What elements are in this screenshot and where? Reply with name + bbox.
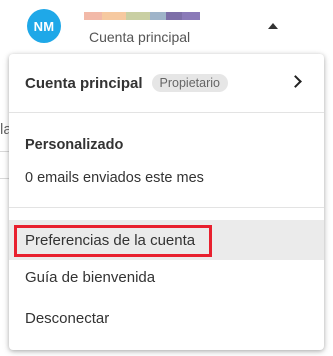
chevron-right-icon (289, 75, 302, 88)
menu-item-logout[interactable]: Desconectar (9, 298, 324, 338)
redacted-account-name (84, 12, 200, 20)
caret-up-icon[interactable] (268, 23, 278, 29)
role-badge: Propietario (151, 74, 228, 92)
account-subtitle: Cuenta principal (89, 29, 191, 45)
background-divider (0, 151, 9, 152)
account-header[interactable]: NM Cuenta principal (0, 0, 333, 52)
avatar[interactable]: NM (27, 9, 61, 43)
account-switcher-row[interactable]: Cuenta principal Propietario (9, 54, 324, 112)
menu-item-welcome-guide[interactable]: Guía de bienvenida (9, 257, 324, 297)
account-name-label: Cuenta principal (25, 74, 143, 92)
emails-sent-count: 0 emails enviados este mes (25, 170, 204, 186)
menu-item-label: Guía de bienvenida (25, 268, 156, 286)
menu-item-label: Desconectar (25, 309, 110, 327)
background-divider (0, 178, 9, 179)
account-dropdown-menu: Cuenta principal Propietario Personaliza… (9, 54, 324, 350)
menu-divider (9, 112, 324, 113)
plan-title: Personalizado (25, 137, 124, 153)
highlight-annotation (14, 225, 212, 257)
menu-divider (9, 207, 324, 208)
